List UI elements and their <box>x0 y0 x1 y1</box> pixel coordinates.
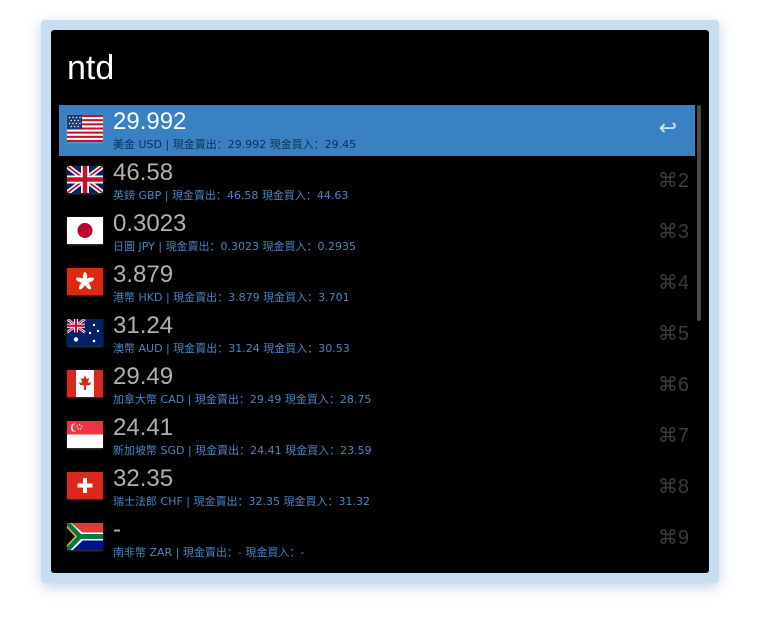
launcher-window: ntd 29.992 美金 USD | 現金賣出：29.992 現金買入：29.… <box>51 30 709 573</box>
result-title: 3.879 <box>113 261 174 288</box>
result-title: 0.3023 <box>113 210 187 237</box>
result-title: 29.49 <box>113 363 174 390</box>
shortcut-label: ⌘9 <box>657 527 689 549</box>
result-subtitle: 澳幣 AUD | 現金賣出：31.24 現金買入：30.53 <box>113 342 350 355</box>
query-text[interactable]: ntd <box>67 48 114 88</box>
result-title: - <box>113 516 121 543</box>
result-subtitle: 南非幣 ZAR | 現金賣出：- 現金買入：- <box>113 546 305 559</box>
result-subtitle: 新加坡幣 SGD | 現金賣出：24.41 現金買入：23.59 <box>113 444 372 457</box>
result-row-zar[interactable]: - 南非幣 ZAR | 現金賣出：- 現金買入：- ⌘9 <box>59 513 695 564</box>
result-row-gbp[interactable]: 46.58 英鎊 GBP | 現金賣出：46.58 現金買入：44.63 ⌘2 <box>59 156 695 207</box>
result-row-chf[interactable]: 32.35 瑞士法郎 CHF | 現金賣出：32.35 現金買入：31.32 ⌘… <box>59 462 695 513</box>
hong-kong-flag-icon <box>67 268 103 295</box>
result-subtitle: 港幣 HKD | 現金賣出：3.879 現金買入：3.701 <box>113 291 350 304</box>
result-row-jpy[interactable]: 0.3023 日圓 JPY | 現金賣出：0.3023 現金買入：0.2935 … <box>59 207 695 258</box>
canada-flag-icon <box>67 370 103 397</box>
south-africa-flag-icon <box>67 523 103 550</box>
australia-flag-icon <box>67 319 103 346</box>
shortcut-label: ⌘2 <box>657 170 689 192</box>
shortcut-label: ⌘5 <box>657 323 689 345</box>
result-title: 24.41 <box>113 414 174 441</box>
result-title: 29.992 <box>113 108 187 135</box>
result-subtitle: 瑞士法郎 CHF | 現金賣出：32.35 現金買入：31.32 <box>113 495 370 508</box>
shortcut-label: ⌘8 <box>657 476 689 498</box>
result-row-sgd[interactable]: 24.41 新加坡幣 SGD | 現金賣出：24.41 現金買入：23.59 ⌘… <box>59 411 695 462</box>
result-row-aud[interactable]: 31.24 澳幣 AUD | 現金賣出：31.24 現金買入：30.53 ⌘5 <box>59 309 695 360</box>
us-flag-icon <box>67 115 103 142</box>
shortcut-label: ⌘6 <box>657 374 689 396</box>
shortcut-label: ⌘7 <box>657 425 689 447</box>
results-list: 29.992 美金 USD | 現金賣出：29.992 現金買入：29.45 ↩… <box>59 105 695 564</box>
scrollbar[interactable] <box>697 105 701 321</box>
result-title: 32.35 <box>113 465 174 492</box>
japan-flag-icon <box>67 217 103 244</box>
singapore-flag-icon <box>67 421 103 448</box>
result-title: 31.24 <box>113 312 174 339</box>
result-subtitle: 日圓 JPY | 現金賣出：0.3023 現金買入：0.2935 <box>113 240 357 253</box>
result-subtitle: 加拿大幣 CAD | 現金賣出：29.49 現金買入：28.75 <box>113 393 372 406</box>
result-subtitle: 美金 USD | 現金賣出：29.992 現金買入：29.45 <box>113 138 357 151</box>
result-row-usd[interactable]: 29.992 美金 USD | 現金賣出：29.992 現金買入：29.45 ↩ <box>59 105 695 156</box>
result-row-cad[interactable]: 29.49 加拿大幣 CAD | 現金賣出：29.49 現金買入：28.75 ⌘… <box>59 360 695 411</box>
uk-flag-icon <box>67 166 103 193</box>
switzerland-flag-icon <box>67 472 103 499</box>
result-subtitle: 英鎊 GBP | 現金賣出：46.58 現金買入：44.63 <box>113 189 349 202</box>
result-title: 46.58 <box>113 159 174 186</box>
result-row-hkd[interactable]: 3.879 港幣 HKD | 現金賣出：3.879 現金買入：3.701 ⌘4 <box>59 258 695 309</box>
shortcut-label: ⌘3 <box>657 221 689 243</box>
return-key-icon: ↩ <box>658 115 677 140</box>
shortcut-label: ⌘4 <box>657 272 689 294</box>
